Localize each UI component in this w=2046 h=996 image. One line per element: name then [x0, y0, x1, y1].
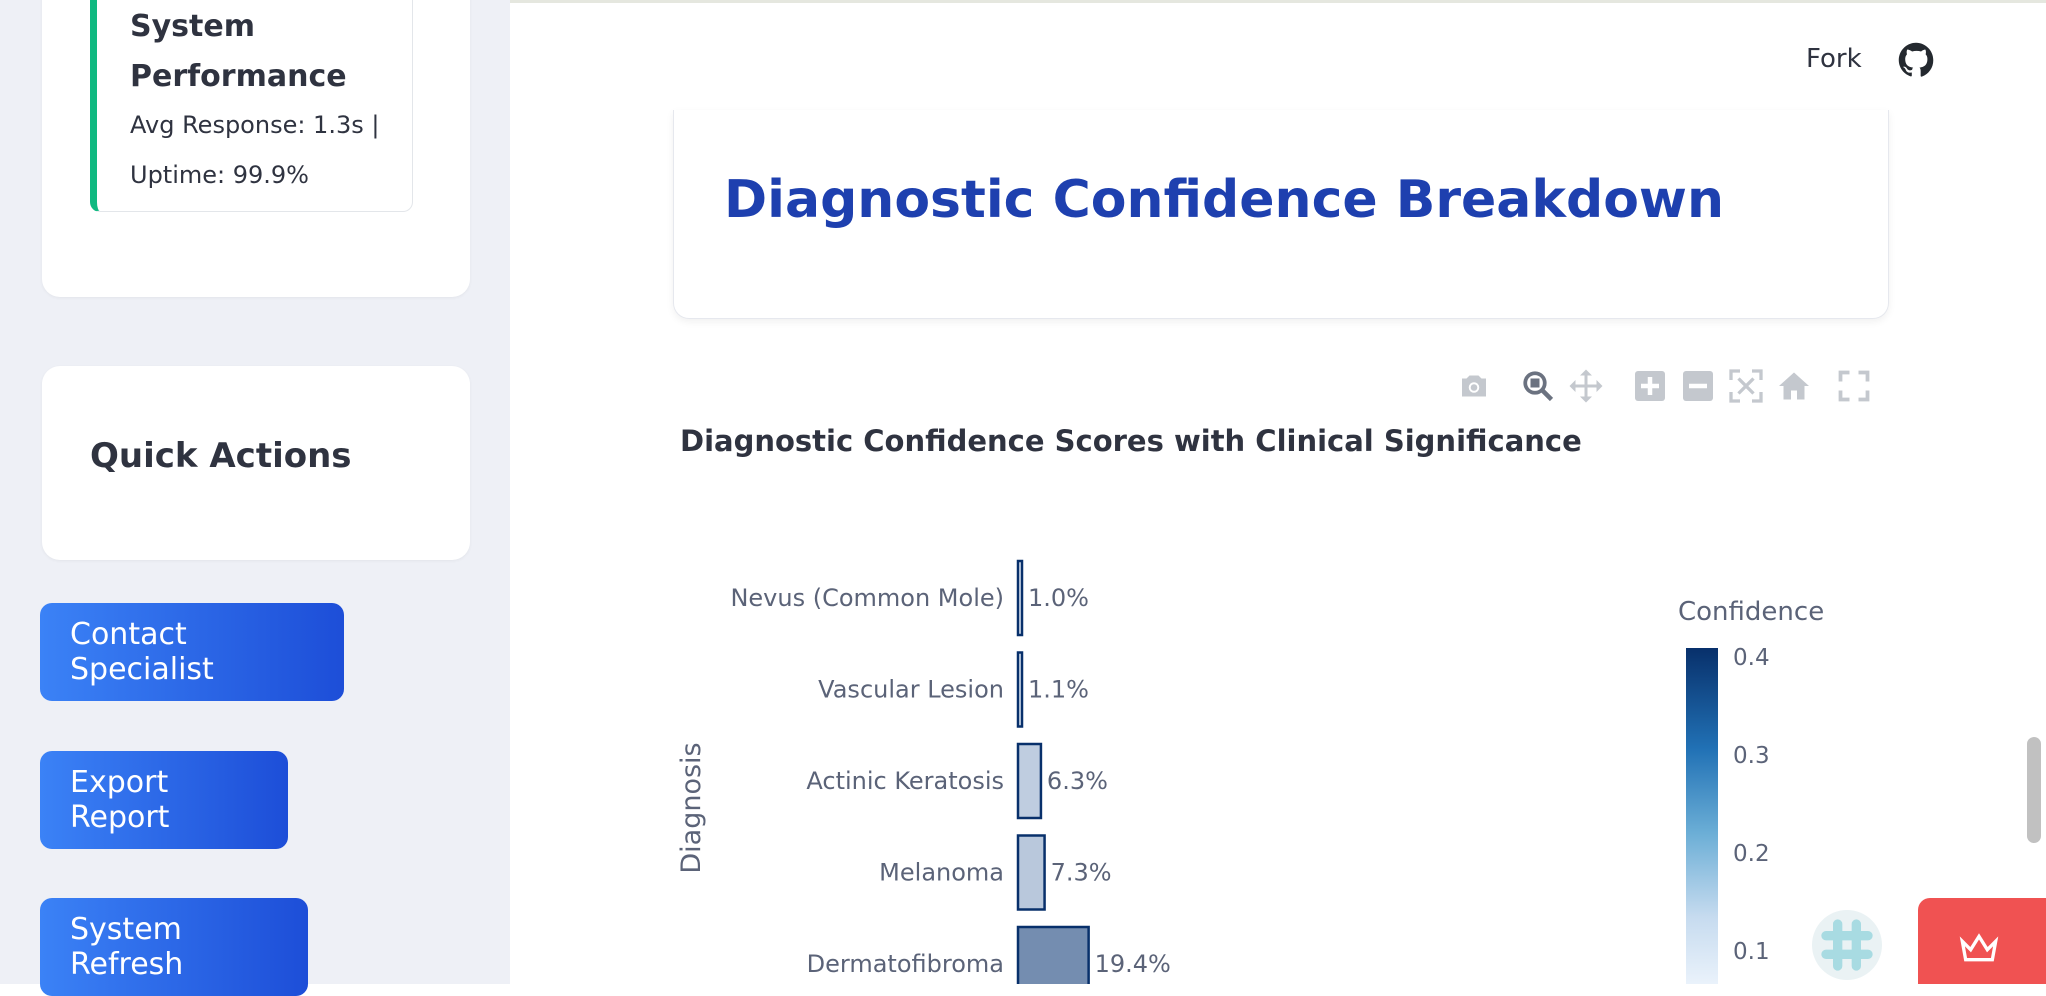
confidence-bar-chart: Nevus (Common Mole) 1.0% Vascular Lesion 1.… — [676, 559, 1171, 984]
streamlit-badge-button[interactable] — [1918, 898, 2046, 984]
autoscale-icon[interactable] — [1728, 368, 1764, 404]
home-icon[interactable] — [1776, 368, 1812, 404]
sidebar: System Performance Avg Response: 1.3s | … — [0, 0, 510, 996]
y-axis-label: Diagnosis — [676, 742, 707, 873]
category-tick-label: Nevus (Common Mole) — [730, 584, 1004, 612]
uptime-text: Uptime: 99.9% — [130, 161, 309, 189]
section-title: Diagnostic Confidence Breakdown — [724, 170, 1724, 230]
zoom-out-icon[interactable] — [1680, 368, 1716, 404]
breakdown-card: Diagnostic Confidence Breakdown — [673, 110, 1889, 319]
system-refresh-button[interactable]: System Refresh — [40, 898, 308, 996]
quick-actions-title: Quick Actions — [90, 436, 352, 476]
category-tick-label: Actinic Keratosis — [806, 767, 1004, 795]
bar-data-label: 6.3% — [1047, 767, 1108, 795]
hashtag-widget-button[interactable] — [1812, 910, 1882, 980]
bar-data-label: 1.0% — [1028, 584, 1089, 612]
colorbar-tick: 0.3 — [1733, 743, 1770, 769]
bar — [1016, 651, 1024, 728]
fork-link[interactable]: Fork — [1806, 44, 1862, 74]
github-icon[interactable] — [1898, 42, 1934, 78]
category-tick-label: Dermatofibroma — [807, 950, 1004, 978]
export-report-button[interactable]: Export Report — [40, 751, 288, 849]
bar — [1016, 742, 1043, 820]
bar — [1016, 925, 1090, 984]
zoom-icon[interactable] — [1520, 368, 1556, 404]
bar-data-label: 19.4% — [1095, 950, 1171, 978]
colorbar-tick: 0.2 — [1733, 841, 1770, 867]
scrollbar-thumb[interactable] — [2027, 737, 2041, 843]
category-tick-label: Vascular Lesion — [818, 676, 1004, 704]
camera-icon[interactable] — [1456, 368, 1492, 404]
hashtag-icon — [1821, 919, 1873, 971]
fullscreen-icon[interactable] — [1836, 368, 1872, 404]
zoom-in-icon[interactable] — [1632, 368, 1668, 404]
chart-title: Diagnostic Confidence Scores with Clinic… — [680, 424, 1582, 458]
bar — [1016, 834, 1046, 911]
pan-icon[interactable] — [1568, 368, 1604, 404]
crown-icon — [1959, 933, 1999, 962]
category-tick-label: Melanoma — [879, 859, 1004, 887]
avg-response-text: Avg Response: 1.3s | — [130, 111, 380, 139]
bar-data-label: 1.1% — [1028, 676, 1089, 704]
confidence-colorbar — [1686, 648, 1718, 984]
quick-actions-card: Quick Actions — [42, 366, 470, 560]
bar-data-label: 7.3% — [1051, 859, 1112, 887]
colorbar-tick: 0.4 — [1733, 645, 1770, 671]
colorbar-title: Confidence — [1678, 597, 1825, 627]
colorbar-tick: 0.1 — [1733, 939, 1770, 965]
performance-title: System Performance — [130, 9, 347, 94]
contact-specialist-button[interactable]: Contact Specialist — [40, 603, 344, 701]
bar — [1016, 559, 1024, 637]
